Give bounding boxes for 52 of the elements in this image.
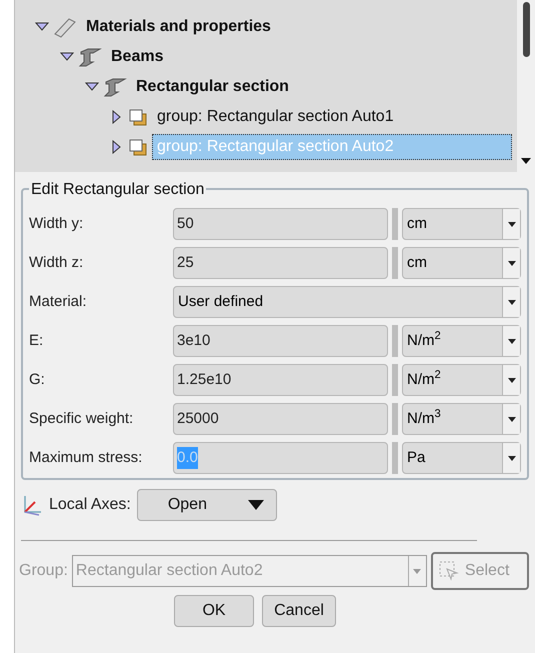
dropdown-arrow-icon [508, 378, 516, 382]
tree-item[interactable]: Beams [106, 44, 168, 70]
splitter-handle[interactable] [392, 364, 398, 396]
dropdown-arrow-icon [508, 416, 516, 422]
open-dropdown-button[interactable]: Open [136, 489, 277, 521]
splitter-handle[interactable] [392, 325, 398, 357]
dropdown-arrow-icon [508, 222, 516, 226]
scrollbar-thumb[interactable] [523, 2, 530, 57]
dialog-button[interactable]: Cancel [262, 595, 336, 627]
splitter-handle[interactable] [392, 247, 398, 279]
splitter-handle[interactable] [392, 442, 398, 474]
scroll-down-arrow-icon[interactable] [521, 158, 531, 164]
bar-icon [53, 16, 77, 38]
dropdown-arrow-icon [508, 300, 516, 304]
field-label: Specific weight: [29, 408, 134, 429]
material-dropdown[interactable]: User defined [173, 286, 521, 318]
value-field[interactable]: 25000 [173, 403, 388, 435]
caret-icon [248, 500, 264, 510]
group-label: Group: [19, 561, 68, 581]
group-icon [128, 108, 148, 126]
value-field[interactable]: 1.25e10 [173, 364, 388, 396]
tree-item[interactable]: Materials and properties [81, 14, 276, 40]
unit-dropdown[interactable]: cm [402, 208, 521, 240]
value-field[interactable]: 50 [173, 208, 388, 240]
field-label: Width y: [29, 214, 84, 234]
unit-dropdown[interactable]: N/m$^{2}$ [402, 364, 521, 396]
unit-dropdown[interactable]: N/m$^{3}$ [402, 403, 521, 435]
dialog-button[interactable]: OK [174, 595, 254, 627]
tree-item[interactable]: Rectangular section [131, 74, 294, 100]
tree-item[interactable]: group: Rectangular section Auto1 [152, 104, 399, 130]
field-label: G: [29, 370, 46, 390]
dropdown-arrow-icon [508, 338, 516, 344]
local-axes-label: Local Axes: [49, 495, 131, 515]
unit-dropdown[interactable]: cm [402, 247, 521, 279]
selection-icon [438, 561, 459, 581]
group-icon [128, 138, 148, 156]
field-label: Maximum stress: [29, 448, 144, 468]
unit-dropdown[interactable]: N/m$^{2}$ [402, 325, 521, 357]
value-field[interactable]: 25 [173, 247, 388, 279]
value-field[interactable]: 3e10 [173, 325, 388, 357]
field-label: E: [29, 330, 44, 351]
field-label: Material: [29, 292, 88, 312]
field-label: Width z: [29, 252, 84, 273]
dropdown-arrow-icon [413, 568, 422, 574]
dropdown-arrow-icon [508, 260, 516, 266]
scrollbar[interactable] [517, 0, 535, 172]
unit-dropdown[interactable]: Pa [402, 442, 521, 474]
splitter-handle[interactable] [392, 403, 398, 435]
beam-icon [78, 46, 102, 68]
beam-icon [103, 76, 127, 98]
dropdown-arrow-icon [508, 456, 516, 460]
splitter-handle[interactable] [392, 208, 398, 240]
